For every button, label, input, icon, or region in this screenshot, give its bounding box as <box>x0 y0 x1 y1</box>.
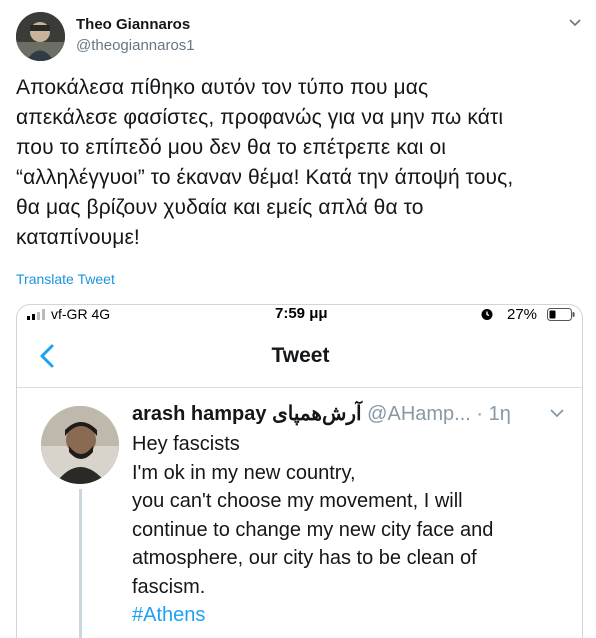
battery-percent: 27% <box>507 306 538 323</box>
chevron-down-icon[interactable] <box>548 407 566 419</box>
carrier-label: vf-GR 4G <box>51 306 111 322</box>
nav-title: Tweet <box>271 344 330 367</box>
embedded-text-line: I'm ok in my new country, <box>132 461 356 484</box>
author-avatar[interactable] <box>16 12 65 61</box>
author-handle[interactable]: @theogiannaros1 <box>76 37 195 54</box>
signal-icon <box>27 309 45 320</box>
embedded-text-line: Hey fascists <box>132 433 240 455</box>
tweet-text-line: Αποκάλεσα πίθηκο αυτόν τον τύπο που μας <box>16 76 429 99</box>
embedded-author-name[interactable]: arash hampay <box>132 403 267 425</box>
tweet-text-line: καταπίνουμε! <box>16 226 140 249</box>
hashtag-link[interactable]: #Athens <box>132 601 572 630</box>
chevron-down-icon[interactable] <box>566 16 584 30</box>
embedded-author-avatar[interactable] <box>41 406 119 484</box>
embedded-tweet-header: arash hampay آرش‌همپای @AHamp... · 1η <box>132 401 511 426</box>
embedded-tweet-text: Hey fascists I'm ok in my new country, y… <box>132 430 572 630</box>
embedded-text-line: continue to change my new city face and <box>132 518 494 541</box>
phone-status-bar: vf-GR 4G 7:59 μμ 27% <box>17 305 582 327</box>
tweet-nav-header: Tweet <box>17 327 582 388</box>
tweet-text-line: που το επίπεδό μου δεν θα το επέτρεπε κα… <box>16 136 447 159</box>
embedded-text-line: you can't choose my movement, I will <box>132 490 463 512</box>
thread-line <box>79 489 82 638</box>
translate-tweet-link[interactable]: Translate Tweet <box>16 271 115 287</box>
tweet-text: Αποκάλεσα πίθηκο αυτόν τον τύπο που μας … <box>16 73 586 253</box>
embedded-author-name-persian[interactable]: آرش‌همپای <box>272 403 362 425</box>
embedded-handle-time: @AHamp... · 1η <box>367 403 511 425</box>
battery-icon <box>547 308 575 321</box>
tweet-text-line: θα μας βρίζουν χυδαία και εμείς απλά θα … <box>16 196 424 219</box>
tweet-card: Theo Giannaros @theogiannaros1 Αποκάλεσα… <box>0 0 596 638</box>
status-time: 7:59 μμ <box>275 305 328 322</box>
alarm-icon <box>481 309 493 320</box>
author-name[interactable]: Theo Giannaros <box>76 16 190 33</box>
attached-screenshot[interactable]: vf-GR 4G 7:59 μμ 27% Tweet arash hampay … <box>16 304 583 638</box>
tweet-text-line: απεκάλεσε φασίστες, προφανώς για να μην … <box>16 106 504 129</box>
tweet-text-line: “αλληλέγγυοι” το έκαναν θέμα! Κατά την ά… <box>16 166 514 189</box>
embedded-text-line: fascism. <box>132 575 206 598</box>
embedded-text-line: atmosphere, our city has to be clean of <box>132 547 477 569</box>
